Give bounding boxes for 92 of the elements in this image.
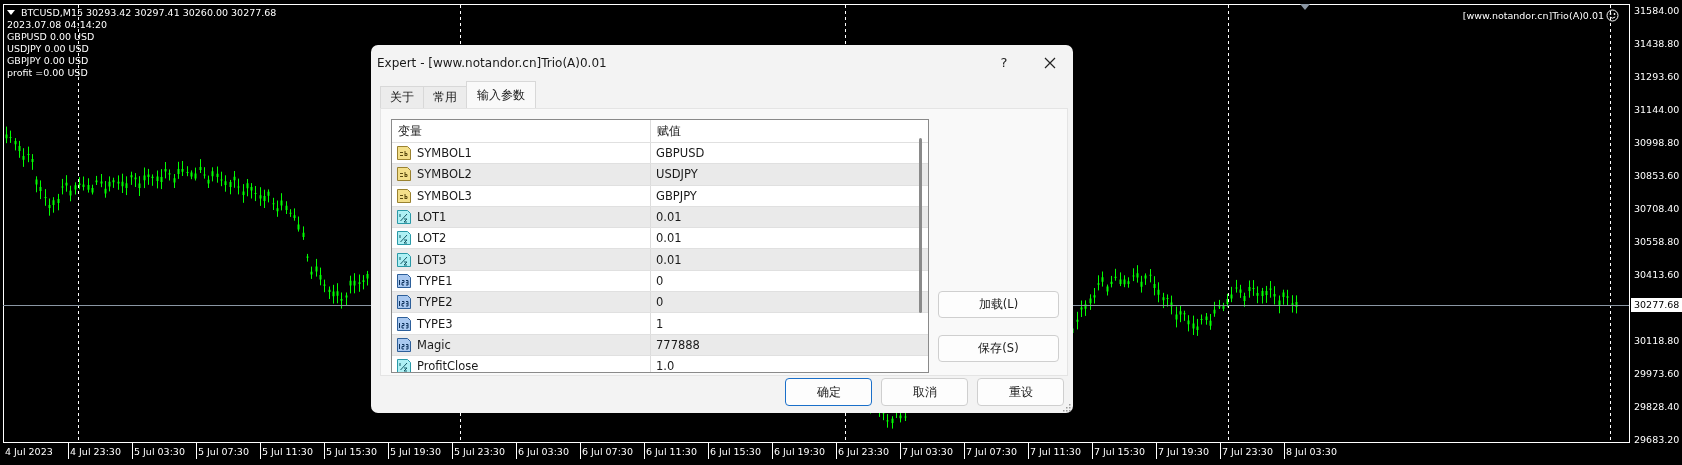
parameter-name: TYPE1 [417,273,453,288]
tab[interactable]: 输入参数 [466,81,536,108]
text-type-icon [396,187,412,204]
parameter-value[interactable]: 777888 [651,334,916,355]
parameter-value[interactable]: 0.01 [651,206,916,228]
dialog-button[interactable]: 取消 [881,378,968,406]
time-label: 7 Jul 07:30 [964,443,1028,459]
tab[interactable]: 常用 [423,86,467,108]
price-label: 29683.20 [1633,433,1680,447]
parameter-value[interactable]: 0 [651,292,916,313]
time-label: 7 Jul 19:30 [1156,443,1220,459]
price-label: 31584.00 [1633,4,1680,18]
time-label: 6 Jul 07:30 [580,443,644,459]
text-type-icon [396,145,412,162]
time-label: 4 Jul 2023 [4,445,54,459]
time-label: 6 Jul 03:30 [516,443,580,459]
smiley-icon[interactable] [1606,9,1619,22]
scrollbar[interactable] [919,138,922,313]
price-label: 30853.60 [1633,169,1680,183]
parameter-name: SYMBOL1 [417,146,472,161]
price-label: 30708.40 [1633,202,1680,216]
time-label: 6 Jul 19:30 [772,443,836,459]
load-button[interactable]: 加载(L) [938,291,1059,318]
parameter-name: TYPE3 [417,316,453,331]
fraction-type-icon [396,209,412,226]
number-type-icon [396,336,412,353]
info-text: profit =0.00 USD [7,67,89,79]
price-label: 31144.00 [1633,103,1680,117]
price-label: 29828.40 [1633,400,1680,414]
fraction-type-icon [396,230,412,247]
dropdown-icon[interactable] [7,10,15,16]
fraction-type-icon [396,251,412,268]
time-label: 5 Jul 19:30 [388,443,452,459]
parameter-value[interactable]: 1 [651,313,916,334]
text-type-icon [396,166,412,183]
parameter-value[interactable]: 0.01 [651,249,916,270]
number-type-icon [396,294,412,311]
price-label: 30118.80 [1633,334,1680,348]
column-header[interactable]: 赋值 [651,120,916,142]
close-icon[interactable] [1044,56,1056,69]
parameter-value[interactable]: USDJPY [651,164,916,185]
time-label: 8 Jul 03:30 [1284,443,1348,459]
parameter-name: LOT3 [417,252,447,267]
time-label: 7 Jul 23:30 [1220,443,1284,459]
dialog-button[interactable]: 重设 [977,378,1064,406]
price-label: 29973.60 [1633,367,1680,381]
parameter-value[interactable]: 0 [651,270,916,292]
price-label: 31438.80 [1633,37,1680,51]
time-label: 7 Jul 11:30 [1028,443,1092,459]
parameter-name: LOT2 [417,231,447,246]
info-text: GBPUSD 0.00 USD [7,31,96,43]
save-button[interactable]: 保存(S) [938,335,1059,362]
number-type-icon [396,272,412,289]
price-label: 31293.60 [1633,70,1680,84]
parameter-name: ProfitClose [417,359,479,372]
parameter-name: TYPE2 [417,295,453,310]
expert-label: [www.notandor.cn]Trio(A)0.01 [1462,10,1604,21]
shift-marker-icon[interactable] [1300,4,1310,10]
fraction-type-icon [396,358,412,372]
time-label: 6 Jul 11:30 [644,443,708,459]
time-label: 6 Jul 23:30 [836,443,900,459]
number-type-icon [396,315,412,332]
time-label: 5 Jul 07:30 [196,443,260,459]
parameter-name: SYMBOL3 [417,188,472,203]
price-label: 30558.80 [1633,235,1680,249]
tab[interactable]: 关于 [380,86,424,108]
info-text: USDJPY 0.00 USD [7,43,90,55]
dialog-button[interactable]: 确定 [785,378,872,406]
parameter-name: SYMBOL2 [417,167,472,182]
parameter-value[interactable]: 1.0 [651,355,916,372]
help-button[interactable]: ? [981,46,1027,79]
window-title: Expert - [www.notandor.cn]Trio(A)0.01 [377,55,608,70]
time-label: 7 Jul 15:30 [1092,443,1156,459]
price-label: 30998.80 [1633,136,1680,150]
price-label: 30413.60 [1633,268,1680,282]
info-text: 2023.07.08 04:14:20 [7,19,109,31]
current-price-label: 30277.68 [1631,298,1682,312]
resize-grip-icon[interactable] [1063,404,1071,412]
time-label: 5 Jul 11:30 [260,443,324,459]
info-text: GBPJPY 0.00 USD [7,55,90,67]
time-label: 7 Jul 03:30 [900,443,964,459]
time-label: 5 Jul 03:30 [132,443,196,459]
parameter-value[interactable]: 0.01 [651,228,916,249]
parameter-value[interactable]: GBPUSD [651,143,916,164]
time-label: 5 Jul 23:30 [452,443,516,459]
parameter-value[interactable]: GBPJPY [651,185,916,206]
time-label: 5 Jul 15:30 [324,443,388,459]
symbol-quote: BTCUSD,M15 30293.42 30297.41 30260.00 30277.68 [21,7,277,19]
parameter-name: LOT1 [417,210,447,225]
parameter-name: Magic [417,337,451,352]
time-label: 4 Jul 23:30 [68,443,132,459]
time-label: 6 Jul 15:30 [708,443,772,459]
